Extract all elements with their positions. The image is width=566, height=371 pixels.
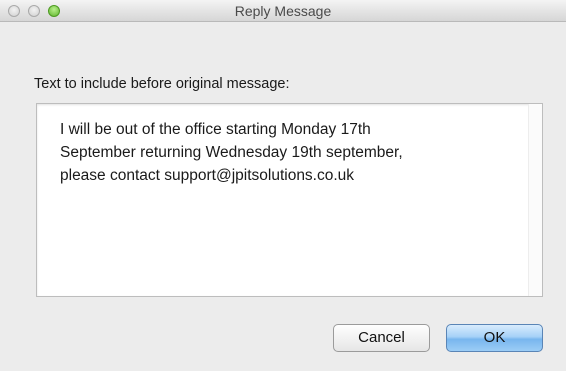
- window-title: Reply Message: [234, 3, 332, 19]
- ok-button[interactable]: OK: [446, 324, 543, 352]
- title-bar: Reply Message: [0, 0, 566, 22]
- prompt-label: Text to include before original message:: [34, 76, 290, 92]
- cancel-button[interactable]: Cancel: [333, 324, 430, 352]
- reply-message-dialog: Reply Message Text to include before ori…: [0, 0, 566, 371]
- vertical-scrollbar[interactable]: [528, 104, 542, 296]
- message-textarea[interactable]: I will be out of the office starting Mon…: [36, 103, 543, 297]
- message-text[interactable]: I will be out of the office starting Mon…: [60, 118, 520, 187]
